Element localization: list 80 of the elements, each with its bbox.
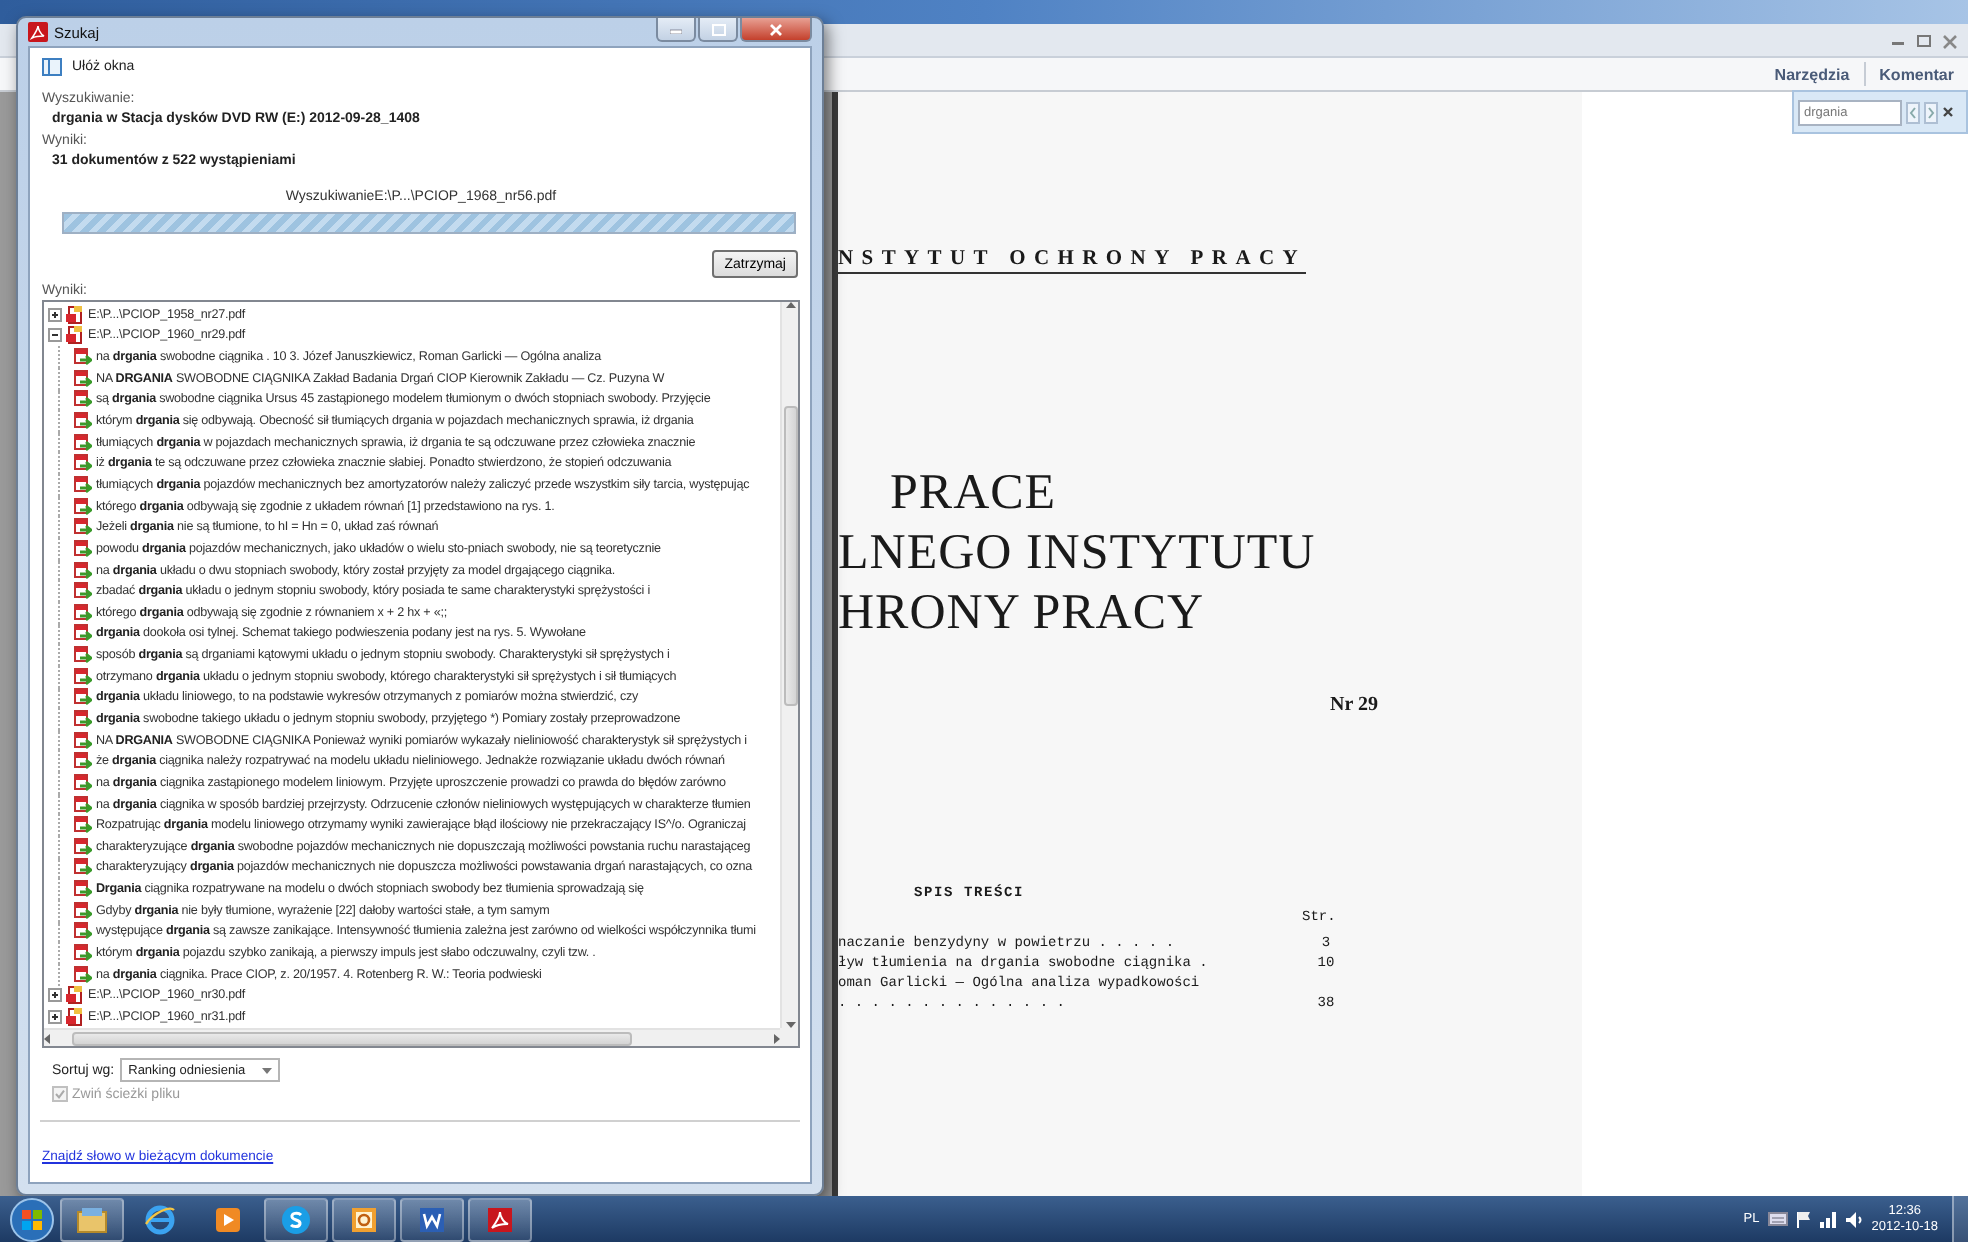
caret-icon [261, 1067, 272, 1073]
search-hit-icon [74, 646, 92, 665]
issue-number: Nr 29 [1330, 694, 1378, 716]
network-icon[interactable] [1819, 1211, 1838, 1227]
maximize-icon [711, 23, 725, 35]
search-hit-icon [74, 433, 92, 452]
search-hit-icon [74, 348, 92, 367]
scroll-left-icon [44, 1033, 50, 1043]
search-hit-icon [74, 369, 92, 388]
toolbar-button[interactable]: Narzędzia [1760, 65, 1864, 83]
maximize-icon[interactable] [1914, 31, 1934, 49]
close-icon[interactable] [1942, 106, 1954, 118]
window-layout-icon [42, 58, 62, 76]
title-line: PRACE [890, 464, 1057, 524]
search-hit-icon [74, 624, 92, 643]
search-hit-icon [74, 901, 92, 920]
expand-icon[interactable] [48, 307, 62, 322]
search-hit-icon [74, 944, 92, 963]
title-line: LNEGO INSTYTUTU [838, 524, 1316, 584]
show-desktop-button[interactable] [1952, 1196, 1968, 1242]
search-hit-icon [74, 475, 92, 494]
search-hit-icon [74, 880, 92, 899]
page-header: NSTYTUT OCHRONY PRACY [838, 248, 1307, 274]
title-line: HRONY PRACY [838, 584, 1205, 644]
search-hit-icon [74, 709, 92, 728]
search-hit-icon [74, 454, 92, 473]
search-hit-icon [74, 752, 92, 771]
minimize-button[interactable] [656, 18, 696, 42]
close-icon [770, 23, 782, 35]
taskbar-app-button[interactable] [60, 1197, 124, 1241]
taskbar-app-button[interactable] [264, 1197, 328, 1241]
scrollbar-thumb[interactable] [72, 1031, 632, 1045]
collapse-icon[interactable] [48, 328, 62, 343]
acrobat-icon [28, 22, 48, 42]
search-hit-icon [74, 731, 92, 750]
search-hit-icon [74, 816, 92, 835]
taskbar-app-button[interactable] [468, 1197, 532, 1241]
search-hit-icon [74, 390, 92, 409]
folder-icon [76, 1203, 108, 1235]
keyboard-icon[interactable] [1767, 1212, 1788, 1226]
search-hit-icon [74, 561, 92, 579]
search-hit-icon [74, 795, 92, 814]
scrollbar-corner [780, 1028, 798, 1046]
maximize-button[interactable] [698, 18, 738, 42]
outlook-icon [348, 1203, 380, 1235]
search-hit-icon [74, 965, 92, 984]
search-hit-icon [74, 773, 92, 792]
start-button[interactable] [8, 1197, 56, 1241]
search-hit-icon [74, 837, 92, 856]
horizontal-scrollbar[interactable] [44, 1028, 780, 1046]
close-button[interactable] [740, 18, 812, 42]
vertical-scrollbar[interactable] [780, 302, 798, 1028]
flag-icon[interactable] [1795, 1210, 1812, 1228]
skype-icon [280, 1203, 312, 1235]
word-icon [416, 1203, 448, 1235]
search-hit-icon [74, 922, 92, 941]
search-hit-icon [74, 858, 92, 877]
scroll-up-icon [785, 302, 795, 308]
browser-icon [144, 1203, 176, 1235]
search-hit-icon [74, 688, 92, 707]
pdf-file-icon [66, 326, 84, 345]
acrobat-icon [484, 1203, 516, 1235]
search-hit-icon [74, 497, 92, 516]
search-hit-icon [74, 582, 92, 601]
expand-icon[interactable] [48, 1009, 62, 1024]
expand-icon[interactable] [48, 988, 62, 1003]
pdf-file-icon [66, 1007, 84, 1026]
search-hit-icon [74, 518, 92, 537]
pdf-file-icon [66, 986, 84, 1005]
scrollbar-thumb[interactable] [783, 405, 797, 705]
media-player-icon [212, 1203, 244, 1235]
taskbar-app-button[interactable] [400, 1197, 464, 1241]
search-hit-icon [74, 412, 92, 431]
toolbar-button[interactable]: Komentar [1865, 65, 1968, 83]
search-hit-icon [74, 667, 92, 686]
search-hit-icon [74, 603, 92, 622]
pdf-file-icon [66, 305, 84, 324]
speaker-icon[interactable] [1845, 1211, 1864, 1227]
taskbar-app-button[interactable] [332, 1197, 396, 1241]
search-hit-icon [74, 539, 92, 558]
